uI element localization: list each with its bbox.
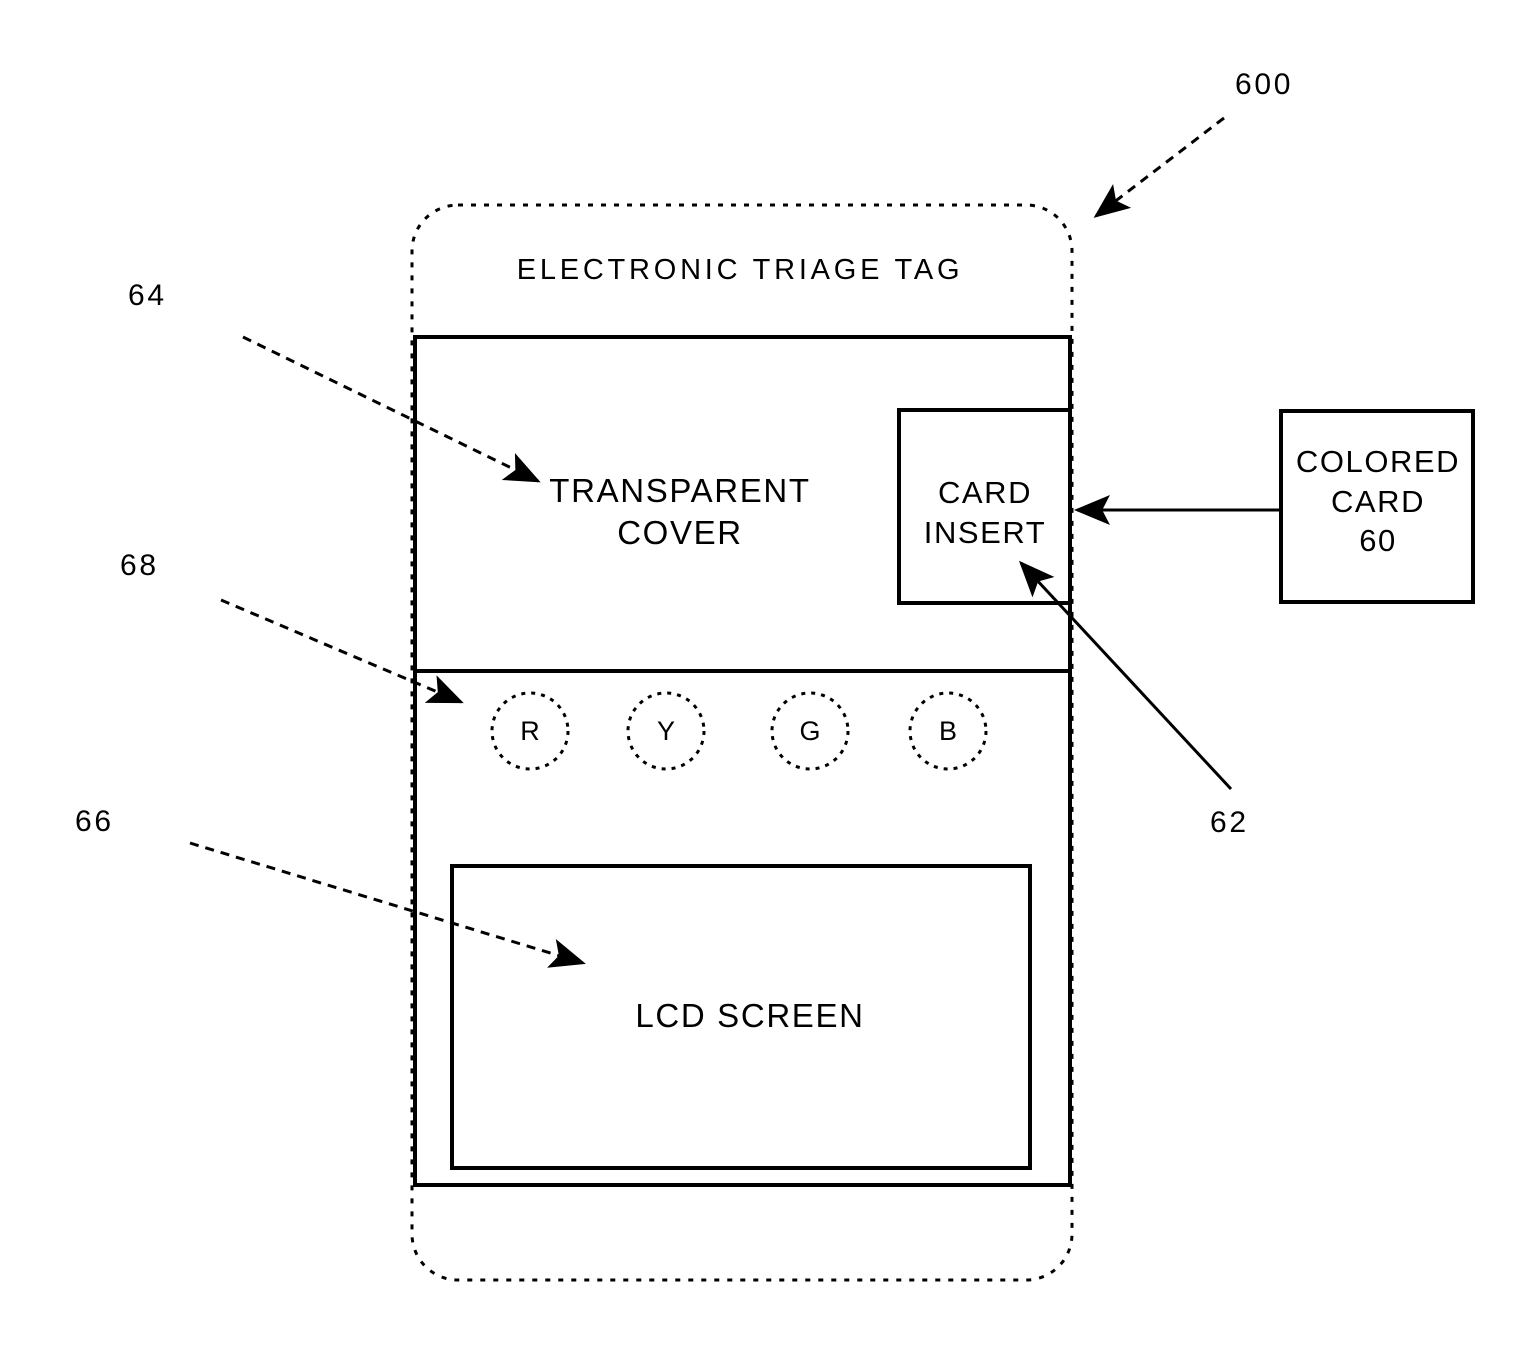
red-button-letter[interactable]: R <box>495 716 565 747</box>
reference-numeral-68: 68 <box>120 549 159 582</box>
colored-card-label: COLORED CARD 60 <box>1295 444 1461 559</box>
reference-numeral-66: 66 <box>75 805 114 838</box>
patent-figure: ELECTRONIC TRIAGE TAG TRANSPARENT COVER … <box>0 0 1521 1357</box>
reference-numeral-62: 62 <box>1210 806 1249 839</box>
leader-line-68 <box>220 598 464 704</box>
leader-line-600 <box>1093 116 1225 218</box>
blue-button-letter[interactable]: B <box>913 716 983 747</box>
device-inner-panel <box>413 335 1072 1187</box>
lcd-screen-label: LCD SCREEN <box>635 997 865 1034</box>
green-button-letter[interactable]: G <box>775 716 845 747</box>
leader-line-62 <box>1018 560 1233 791</box>
transparent-cover-label: TRANSPARENT COVER <box>549 472 811 552</box>
leader-line-66 <box>189 841 586 968</box>
yellow-button-letter[interactable]: Y <box>631 716 701 747</box>
card-insert-label: CARD INSERT <box>923 475 1047 550</box>
reference-numeral-64: 64 <box>128 279 167 312</box>
device-title: ELECTRONIC TRIAGE TAG <box>516 254 964 286</box>
figure-line-art <box>189 116 1475 1282</box>
reference-numeral-600: 600 <box>1235 68 1294 101</box>
leader-line-64 <box>242 335 541 483</box>
